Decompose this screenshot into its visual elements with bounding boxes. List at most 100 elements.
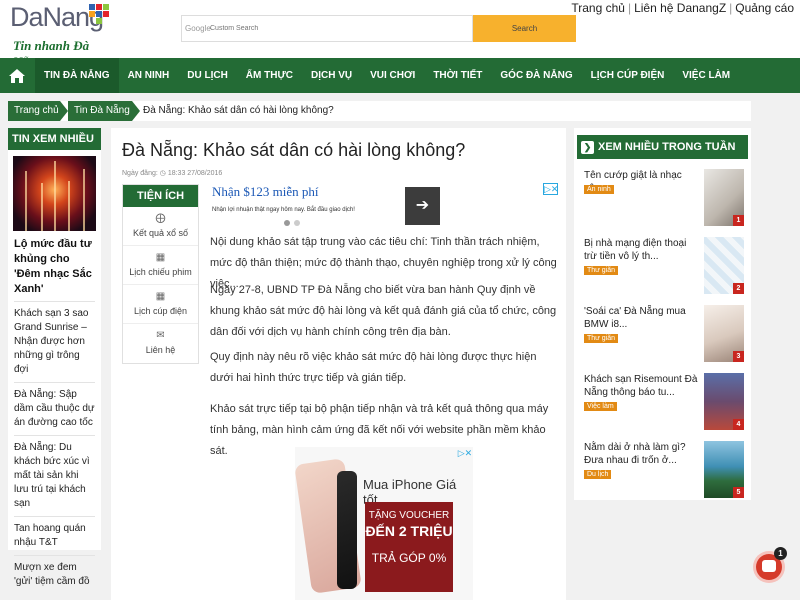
search-button[interactable]: Search	[473, 15, 576, 42]
most-viewed-lead-link[interactable]: Lộ mức đầu tư khủng cho 'Đêm nhạc Sắc Xa…	[8, 231, 101, 301]
most-viewed-item[interactable]: Đà Nẵng: Du khách bức xúc vì mất tài sản…	[14, 435, 95, 516]
most-viewed-heading: TIN XEM NHIỀU	[8, 128, 101, 150]
main-nav: Tin Đà Nẵng An ninh Du lịch Ẩm thực Dịch…	[0, 58, 800, 93]
nav-item-viec-lam[interactable]: Việc làm	[673, 58, 739, 93]
nav-item-lich-cup-dien[interactable]: Lịch cúp điện	[582, 58, 674, 93]
utility-label: Kết quả xổ số	[132, 228, 189, 238]
most-viewed-item[interactable]: Khách sạn 3 sao Grand Sunrise – Nhận đượ…	[14, 301, 95, 382]
utility-label: Liên hệ	[145, 345, 176, 355]
notification-badge: 1	[774, 547, 787, 560]
iphone-ad[interactable]: Mua iPhone Giá tốt TẶNG VOUCHER ĐẾN 2 TR…	[295, 447, 473, 600]
concert-thumbnail[interactable]	[13, 156, 96, 231]
utility-power-cut-schedule[interactable]: ▦ Lịch cúp điện	[123, 285, 198, 324]
arrow-right-icon[interactable]: ➔	[405, 187, 440, 225]
calendar-icon: ▦	[155, 252, 166, 263]
nav-item-du-lich[interactable]: Du lịch	[178, 58, 237, 93]
ad-subtext: Nhận lợi nhuận thật ngay hôm nay. Bắt đầ…	[212, 207, 355, 213]
weekly-item-title: 'Soái ca' Đà Nẵng mua BMW i8...	[584, 306, 686, 330]
nav-item-goc-da-nang[interactable]: Góc Đà Nẵng	[491, 58, 581, 93]
most-viewed-sidebar: TIN XEM NHIỀU Lộ mức đầu tư khủng cho 'Đ…	[8, 128, 101, 587]
home-icon[interactable]	[0, 58, 33, 93]
chat-icon	[762, 560, 776, 572]
weekly-item-thumbnail: 1	[704, 169, 744, 226]
carousel-dots	[284, 220, 300, 226]
rank-badge: 3	[733, 351, 744, 362]
weekly-item[interactable]: Khách sạn Risemount Đà Nẵng thông báo tu…	[582, 373, 744, 433]
weekly-item[interactable]: 'Soái ca' Đà Nẵng mua BMW i8... Thư giãn…	[582, 305, 744, 365]
carousel-dot[interactable]	[284, 220, 290, 226]
voucher-box: TẶNG VOUCHER ĐẾN 2 TRIỆU TRẢ GÓP 0%	[365, 502, 453, 592]
weekly-heading-text: XEM NHIỀU TRONG TUẦN	[598, 141, 736, 153]
weekly-item-thumbnail: 2	[704, 237, 744, 294]
banner-ad-top[interactable]: Nhận $123 miễn phí Nhận lợi nhuận thật n…	[210, 181, 558, 227]
installment-line: TRẢ GÓP 0%	[371, 551, 447, 565]
weekly-item[interactable]: Nằm dài ở nhà làm gì? Đưa nhau đi trốn ở…	[582, 441, 744, 501]
weekly-item[interactable]: Bị nhà mạng điện thoại trừ tiền vô lý th…	[582, 237, 744, 297]
utility-movie-schedule[interactable]: ▦ Lịch chiếu phim	[123, 246, 198, 285]
site-header: DaNang Tin nhanh Đà Nẵng Google Search T…	[0, 0, 800, 69]
utility-lottery-results[interactable]: ⨁ Kết quả xổ số	[123, 207, 198, 246]
most-viewed-item[interactable]: Đà Nẵng: Sập dầm cầu thuộc dự án đường c…	[14, 382, 95, 435]
weekly-item-title: Khách sạn Risemount Đà Nẵng thông báo tu…	[584, 374, 698, 398]
article-panel: Đà Nẵng: Khảo sát dân có hài lòng không?…	[111, 128, 566, 600]
category-tag[interactable]: An ninh	[584, 185, 614, 194]
mail-icon: ✉	[156, 330, 165, 341]
utility-label: Lịch chiếu phim	[129, 267, 192, 277]
breadcrumb-category[interactable]: Tin Đà Nẵng	[68, 101, 140, 121]
lottery-icon: ⨁	[155, 213, 166, 224]
weekly-item-thumbnail: 4	[704, 373, 744, 430]
article-date: Ngày đăng: ◷ 18:33 27/08/2016	[122, 169, 222, 177]
most-viewed-item[interactable]: Mượn xe đem 'gửi' tiệm cầm đồ	[14, 555, 95, 594]
top-link-contact[interactable]: Liên hệ DanangZ	[634, 1, 726, 15]
weekly-item-title: Nằm dài ở nhà làm gì? Đưa nhau đi trốn ở…	[584, 442, 686, 466]
chat-bubble-icon[interactable]: 1	[756, 547, 787, 580]
breadcrumb-home[interactable]: Trang chủ	[8, 101, 68, 121]
rank-badge: 2	[733, 283, 744, 294]
nav-item-an-ninh[interactable]: An ninh	[119, 58, 179, 93]
ad-choices-icon[interactable]: ▷✕	[457, 447, 473, 459]
voucher-line: TẶNG VOUCHER	[368, 510, 450, 521]
date-label: Ngày đăng:	[122, 170, 158, 177]
utility-contact[interactable]: ✉ Liên hệ	[123, 324, 198, 363]
weekly-item-title: Bị nhà mạng điện thoại trừ tiền vô lý th…	[584, 238, 687, 262]
top-link-ads[interactable]: Quảng cáo	[735, 1, 794, 15]
nav-item-am-thuc[interactable]: Ẩm thực	[237, 58, 302, 93]
article-paragraph: Quy định này nêu rõ việc khảo sát mức độ…	[210, 351, 537, 384]
logo-squares-icon	[89, 4, 111, 26]
nav-item-thoi-tiet[interactable]: Thời tiết	[424, 58, 491, 93]
search-input[interactable]	[182, 16, 472, 41]
search-box: Google	[181, 15, 473, 42]
calendar-icon: ▦	[155, 291, 166, 302]
category-tag[interactable]: Thư giãn	[584, 266, 619, 275]
rank-badge: 4	[733, 419, 744, 430]
most-viewed-item[interactable]: Tan hoang quán nhậu T&T	[14, 516, 95, 555]
weekly-heading: ❯ XEM NHIỀU TRONG TUẦN	[577, 135, 748, 159]
weekly-most-viewed: ❯ XEM NHIỀU TRONG TUẦN Tên cướp giật là n…	[574, 128, 751, 500]
top-link-home[interactable]: Trang chủ	[571, 1, 625, 15]
ad-headline: Nhận $123 miễn phí	[212, 184, 319, 199]
nav-item-vui-choi[interactable]: Vui chơi	[361, 58, 424, 93]
weekly-item[interactable]: Tên cướp giật là nhạc công An ninh 1	[582, 169, 744, 229]
ad-choices-icon[interactable]: ▷✕	[543, 183, 558, 195]
category-tag[interactable]: Việc làm	[584, 402, 617, 411]
utility-label: Lịch cúp điện	[133, 306, 188, 316]
clock-icon: ◷	[159, 170, 166, 177]
nav-item-tin-da-nang[interactable]: Tin Đà Nẵng	[35, 58, 119, 93]
rank-badge: 5	[733, 487, 744, 498]
date-value: 18:33 27/08/2016	[167, 170, 223, 177]
chevron-right-icon: ❯	[581, 141, 594, 154]
rank-badge: 1	[733, 215, 744, 226]
utilities-heading: TIỆN ÍCH	[123, 185, 198, 207]
category-tag[interactable]: Du lịch	[584, 470, 612, 479]
breadcrumb: Trang chủ Tin Đà Nẵng Đà Nẵng: Khảo sát …	[8, 101, 751, 121]
utilities-box: TIỆN ÍCH ⨁ Kết quả xổ số ▦ Lịch chiếu ph…	[122, 184, 199, 364]
phone-image	[337, 471, 357, 589]
voucher-amount: ĐẾN 2 TRIỆU	[365, 523, 453, 539]
category-tag[interactable]: Thư giãn	[584, 334, 619, 343]
breadcrumb-current: Đà Nẵng: Khảo sát dân có hài lòng không?	[143, 105, 334, 116]
site-logo[interactable]: DaNang Tin nhanh Đà Nẵng	[10, 2, 120, 69]
carousel-dot[interactable]	[294, 220, 300, 226]
nav-item-dich-vu[interactable]: Dịch vụ	[302, 58, 361, 93]
weekly-item-thumbnail: 5	[704, 441, 744, 498]
top-links: Trang chủ | Liên hệ DanangZ | Quảng cáo	[571, 1, 794, 15]
